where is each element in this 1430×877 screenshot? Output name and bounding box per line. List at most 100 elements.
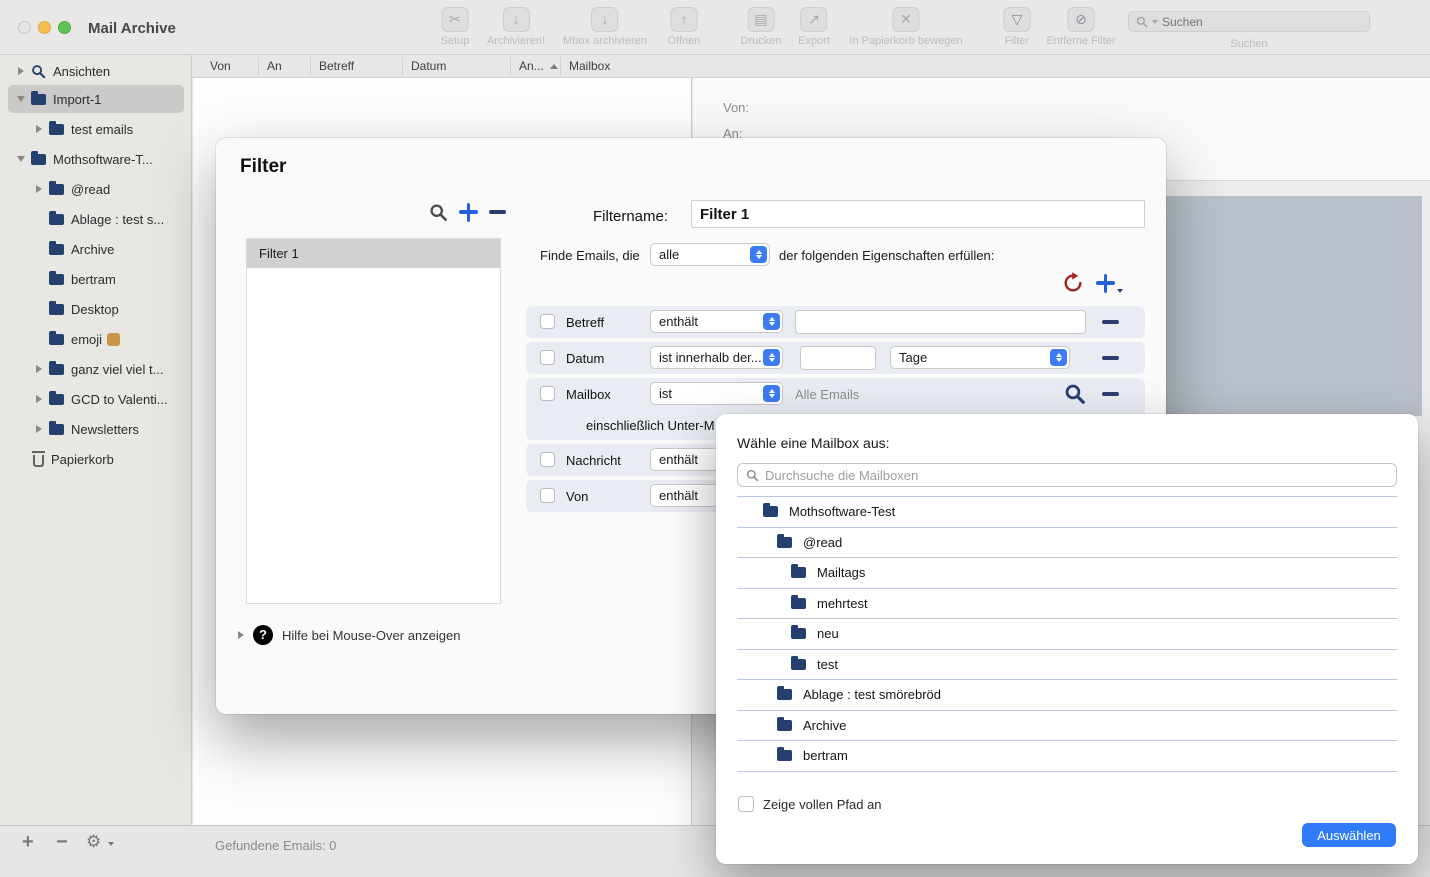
chevron-down-icon[interactable] bbox=[17, 156, 25, 162]
condition-number-input[interactable] bbox=[800, 346, 876, 370]
operator-select[interactable]: ist innerhalb der... bbox=[650, 346, 783, 369]
sidebar-item-ablage[interactable]: Ablage : test s... bbox=[8, 205, 184, 233]
open-icon: ↑ bbox=[670, 7, 697, 32]
toolbar-label: Entferne Filter bbox=[1046, 35, 1115, 47]
chevron-right-icon[interactable] bbox=[36, 365, 42, 373]
chevron-right-icon[interactable] bbox=[36, 125, 42, 133]
remove-filter-button[interactable] bbox=[489, 210, 506, 214]
maximize-button[interactable] bbox=[58, 21, 71, 34]
folder-icon bbox=[49, 334, 64, 345]
column-divider[interactable] bbox=[510, 57, 511, 75]
add-condition-button[interactable] bbox=[1096, 274, 1123, 293]
sidebar-item-mothsoftware-test[interactable]: Mothsoftware-T... bbox=[8, 145, 184, 173]
operator-select[interactable]: enthält bbox=[650, 310, 783, 333]
toolbar-item-filter[interactable]: ▽ Filter bbox=[1004, 7, 1031, 47]
sidebar-item-import-1[interactable]: Import-1 bbox=[8, 85, 184, 113]
sidebar-item-ansichten[interactable]: Ansichten bbox=[8, 57, 184, 85]
sidebar-item-emoji[interactable]: emoji bbox=[8, 325, 184, 353]
toolbar-item-setup[interactable]: ✂ Setup bbox=[441, 7, 470, 47]
unit-select[interactable]: Tage bbox=[890, 346, 1070, 369]
chevron-right-icon[interactable] bbox=[36, 185, 42, 193]
column-header-von[interactable]: Von bbox=[210, 59, 231, 73]
condition-checkbox[interactable] bbox=[540, 452, 555, 467]
dialog-title: Filter bbox=[240, 156, 286, 178]
toolbar-item-drucken[interactable]: ▤ Drucken bbox=[741, 7, 782, 47]
sidebar-item-bertram[interactable]: bertram bbox=[8, 265, 184, 293]
sidebar-item-desktop[interactable]: Desktop bbox=[8, 295, 184, 323]
include-submailboxes-checkbox[interactable] bbox=[540, 386, 555, 401]
refresh-icon[interactable] bbox=[1062, 272, 1084, 294]
sidebar-label: ganz viel viel t... bbox=[71, 362, 164, 377]
sidebar-item-archive[interactable]: Archive bbox=[8, 235, 184, 263]
mailbox-search-field[interactable] bbox=[737, 463, 1397, 487]
toolbar-item-export[interactable]: ↗ Export bbox=[798, 7, 830, 47]
column-divider[interactable] bbox=[258, 57, 259, 75]
condition-checkbox[interactable] bbox=[540, 488, 555, 503]
remove-condition-button[interactable] bbox=[1102, 320, 1119, 324]
mailbox-list-item[interactable]: Ablage : test smörebröd bbox=[737, 680, 1397, 711]
toolbar-item-archivieren[interactable]: ↓ Archivieren! bbox=[487, 7, 545, 47]
mailbox-list-item[interactable]: neu bbox=[737, 619, 1397, 650]
sidebar-item-read[interactable]: @read bbox=[8, 175, 184, 203]
close-button[interactable] bbox=[18, 21, 31, 34]
gear-icon[interactable]: ⚙ bbox=[86, 832, 101, 852]
mailbox-list-item[interactable]: @read bbox=[737, 528, 1397, 559]
search-icon[interactable] bbox=[429, 203, 448, 222]
chevron-down-icon[interactable] bbox=[17, 96, 25, 102]
sidebar-item-ganz-viel[interactable]: ganz viel viel t... bbox=[8, 355, 184, 383]
sidebar-label: Mothsoftware-T... bbox=[53, 152, 153, 167]
toolbar-search-input[interactable] bbox=[1162, 15, 1362, 29]
add-filter-button[interactable] bbox=[459, 203, 478, 222]
sidebar-item-papierkorb[interactable]: Papierkorb bbox=[8, 445, 184, 473]
match-mode-select[interactable]: alle bbox=[650, 243, 770, 266]
mailbox-list-item[interactable]: bertram bbox=[737, 741, 1397, 772]
select-mailbox-button[interactable]: Auswählen bbox=[1302, 823, 1396, 847]
filtername-input[interactable] bbox=[691, 200, 1145, 228]
full-path-option[interactable]: Zeige vollen Pfad an bbox=[738, 796, 882, 812]
toolbar-item-oeffnen[interactable]: ↑ Öffnen bbox=[668, 7, 701, 47]
mailbox-list-item[interactable]: Archive bbox=[737, 711, 1397, 742]
help-row: ? Hilfe bei Mouse-Over anzeigen bbox=[238, 625, 460, 645]
toolbar-item-mbox-archivieren[interactable]: ↓ Mbox archivieren bbox=[563, 7, 647, 47]
mailbox-list-item[interactable]: mehrtest bbox=[737, 589, 1397, 620]
column-divider[interactable] bbox=[560, 57, 561, 75]
toolbar-item-entferne-filter[interactable]: ⊘ Entferne Filter bbox=[1046, 7, 1115, 47]
full-path-checkbox[interactable] bbox=[738, 796, 754, 812]
mailbox-list-item[interactable]: Mailtags bbox=[737, 558, 1397, 589]
mailbox-list-item[interactable]: Mothsoftware-Test bbox=[737, 497, 1397, 528]
remove-mailbox-button[interactable]: − bbox=[56, 831, 68, 854]
sidebar-item-test-emails[interactable]: test emails bbox=[8, 115, 184, 143]
choose-mailbox-search-icon[interactable] bbox=[1064, 383, 1086, 405]
gear-menu-caret-icon[interactable] bbox=[108, 842, 114, 846]
add-mailbox-button[interactable]: + bbox=[22, 831, 34, 854]
remove-condition-button[interactable] bbox=[1102, 392, 1119, 396]
operator-select[interactable]: ist bbox=[650, 382, 783, 405]
remove-condition-button[interactable] bbox=[1102, 356, 1119, 360]
chevron-right-icon[interactable] bbox=[36, 425, 42, 433]
column-header-an-sorted[interactable]: An... bbox=[519, 59, 544, 73]
help-icon[interactable]: ? bbox=[253, 625, 273, 645]
sidebar-item-newsletters[interactable]: Newsletters bbox=[8, 415, 184, 443]
column-header-betreff[interactable]: Betreff bbox=[319, 59, 354, 73]
condition-checkbox[interactable] bbox=[540, 350, 555, 365]
mailbox-name: mehrtest bbox=[817, 596, 868, 611]
remove-filter-icon: ⊘ bbox=[1068, 7, 1095, 32]
help-disclosure-icon[interactable] bbox=[238, 631, 244, 639]
toolbar-item-papierkorb[interactable]: ✕ In Papierkorb bewegen bbox=[849, 7, 962, 47]
filter-list-item[interactable]: Filter 1 bbox=[247, 239, 500, 268]
column-header-datum[interactable]: Datum bbox=[411, 59, 446, 73]
chevron-right-icon[interactable] bbox=[36, 395, 42, 403]
sidebar-item-gcd-to-valentina[interactable]: GCD to Valenti... bbox=[8, 385, 184, 413]
column-divider[interactable] bbox=[402, 57, 403, 75]
folder-icon bbox=[777, 750, 792, 761]
column-header-an[interactable]: An bbox=[267, 59, 282, 73]
toolbar-search-field[interactable] bbox=[1128, 11, 1370, 32]
minimize-button[interactable] bbox=[38, 21, 51, 34]
chevron-right-icon[interactable] bbox=[18, 67, 24, 75]
column-header-mailbox[interactable]: Mailbox bbox=[569, 59, 610, 73]
condition-checkbox[interactable] bbox=[540, 314, 555, 329]
mailbox-list-item[interactable]: test bbox=[737, 650, 1397, 681]
column-divider[interactable] bbox=[310, 57, 311, 75]
condition-value-input[interactable] bbox=[795, 310, 1086, 334]
mailbox-search-input[interactable] bbox=[765, 468, 1388, 483]
